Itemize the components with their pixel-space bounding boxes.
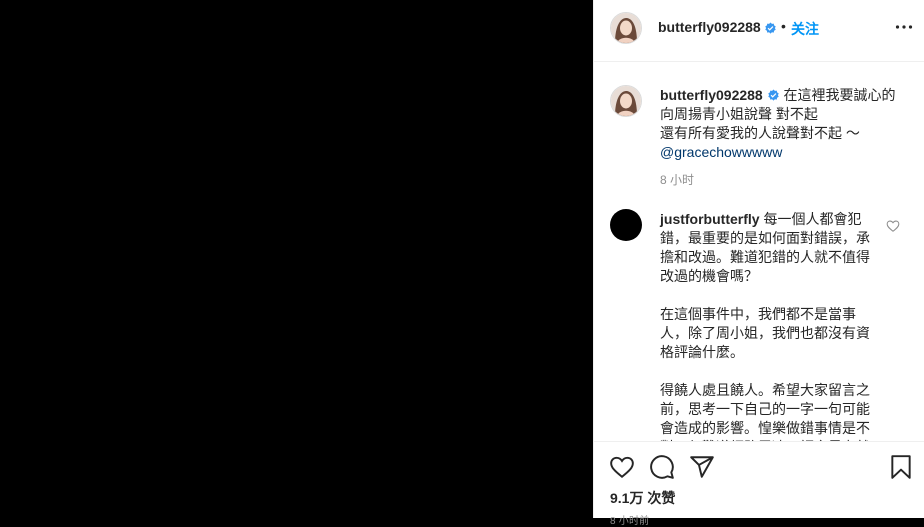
post-side-panel: butterfly092288 • 关注 butterfly092288 在這裡… <box>593 0 924 527</box>
more-horizontal-icon[interactable] <box>894 17 914 37</box>
author-username[interactable]: butterfly092288 <box>658 19 761 35</box>
verified-badge-icon <box>764 20 777 38</box>
comment-paragraph-3: 得饒人處且饒人。希望大家留言之前，思考一下自己的一字一句可能會造成的影響。惶樂做… <box>660 382 870 441</box>
header-separator: • <box>781 18 786 34</box>
comment-paragraph-2: 在這個事件中，我們都不是當事人，除了周小姐，我們也都沒有資格評論什麼。 <box>660 306 870 360</box>
comment-username[interactable]: justforbutterfly <box>660 211 760 227</box>
heart-icon[interactable] <box>609 454 635 480</box>
verified-badge-icon <box>767 87 780 103</box>
caption-avatar[interactable] <box>610 85 642 117</box>
commenter-avatar[interactable] <box>610 209 642 241</box>
comments-list[interactable]: butterfly092288 在這裡我要誠心的向周揚青小姐說聲 對不起 還有所… <box>594 63 924 441</box>
share-icon[interactable] <box>689 454 715 480</box>
bookmark-icon[interactable] <box>888 454 914 480</box>
comment-icon[interactable] <box>649 454 675 480</box>
caption-timestamp[interactable]: 8 小时 <box>660 171 694 188</box>
caption-mention-link[interactable]: @gracechowwwww <box>660 144 782 160</box>
likes-count[interactable]: 9.1万 次赞 <box>610 488 675 508</box>
post-caption: butterfly092288 在這裡我要誠心的向周揚青小姐說聲 對不起 還有所… <box>660 86 900 162</box>
post-timestamp[interactable]: 8 小时前 <box>610 512 649 527</box>
caption-text-line2: 還有所有愛我的人說聲對不起 ～ <box>660 125 860 141</box>
comment-body: justforbutterfly 每一個人都會犯錯，最重要的是如何面對錯誤，承擔… <box>660 210 876 441</box>
post-media[interactable] <box>0 0 593 518</box>
author-avatar[interactable] <box>610 12 642 44</box>
post-header: butterfly092288 • 关注 <box>594 0 924 62</box>
caption-username[interactable]: butterfly092288 <box>660 87 763 103</box>
post-actions-bar: 9.1万 次赞 8 小时前 <box>594 441 924 527</box>
comment-like-heart-icon[interactable] <box>886 219 900 233</box>
follow-button[interactable]: 关注 <box>791 19 819 39</box>
